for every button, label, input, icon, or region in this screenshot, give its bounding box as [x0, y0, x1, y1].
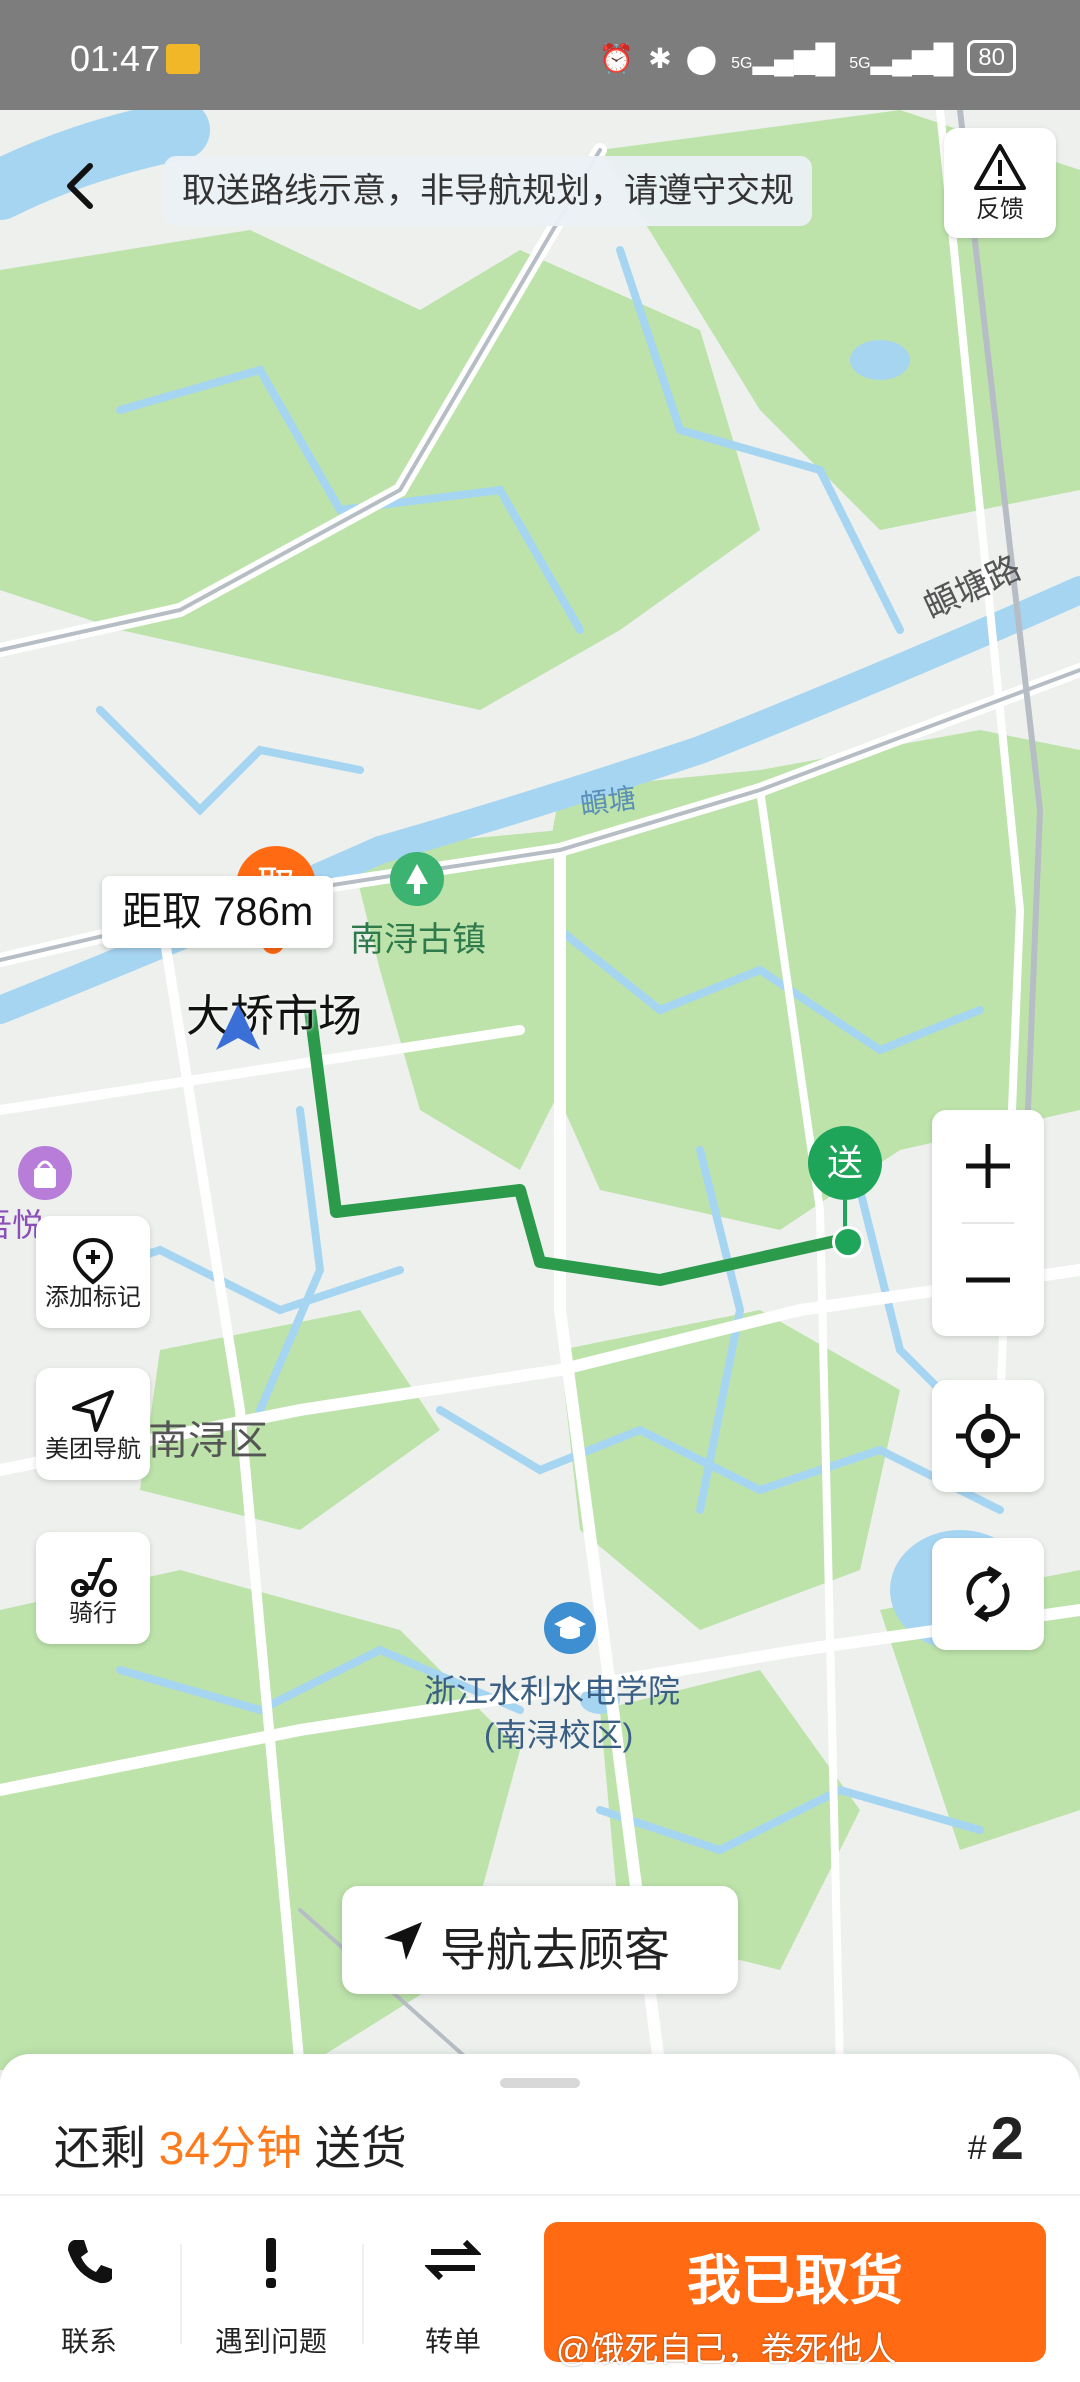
navigation-arrow-icon: [384, 1922, 422, 1960]
contact-label: 联系: [60, 2326, 117, 2357]
minus-icon: [966, 1277, 1010, 1283]
locate-me-button[interactable]: [932, 1380, 1044, 1492]
add-marker-label: 添加标记: [45, 1284, 141, 1311]
order-panel: 还剩 34分钟 送货 #2 联系 遇到问题 转单 我已取货: [0, 2054, 1080, 2382]
feedback-button[interactable]: 反馈: [944, 128, 1056, 238]
order-number: #2: [968, 2104, 1024, 2173]
navigation-arrow-icon: [72, 1390, 114, 1432]
back-arrow-icon: [67, 163, 93, 209]
battery-indicator: 80: [967, 40, 1016, 76]
panel-divider: [0, 2194, 1080, 2196]
notification-app-icon: [166, 44, 200, 74]
poi-tree-icon: [390, 852, 444, 906]
signal-icon-1: 5G▂▄▆█: [731, 42, 836, 74]
distance-label: 距取 786m: [102, 876, 334, 948]
remain-time: 34分钟: [158, 2122, 302, 2174]
riding-label: 骑行: [69, 1600, 117, 1627]
bluetooth-icon: ✱: [648, 42, 672, 74]
add-marker-button[interactable]: 添加标记: [36, 1216, 150, 1328]
riding-button[interactable]: 骑行: [36, 1532, 150, 1644]
status-bar: 01:47 ⏰ ✱ ⬤ 5G▂▄▆█ 5G▂▄▆█ 80: [0, 0, 1080, 110]
delivery-marker[interactable]: 送: [808, 1126, 882, 1200]
zoom-control: [932, 1110, 1044, 1336]
signal-icon-2: 5G▂▄▆█: [849, 42, 954, 74]
status-time: 01:47: [70, 38, 161, 79]
back-button[interactable]: [40, 140, 120, 230]
alarm-icon: ⏰: [599, 42, 635, 74]
map-canvas: [0, 110, 1080, 2070]
order-number-value: 2: [990, 2105, 1024, 2172]
district-label: 南浔区: [148, 1419, 268, 1463]
poi-town-label: 南浔古镇: [350, 921, 486, 959]
drag-handle[interactable]: [500, 2078, 580, 2088]
exclamation-icon: [266, 2238, 276, 2288]
warning-icon: [974, 144, 1026, 190]
college-label-line2: (南浔校区): [484, 1717, 634, 1753]
zoom-in-button[interactable]: [932, 1110, 1044, 1222]
crosshair-icon: [956, 1404, 1020, 1468]
transfer-label: 转单: [424, 2326, 481, 2357]
location-icon: ⬤: [685, 42, 718, 74]
transfer-arrows-icon: [425, 2239, 481, 2281]
status-icons: ⏰ ✱ ⬤ 5G▂▄▆█ 5G▂▄▆█ 80: [599, 40, 1016, 76]
scooter-icon: [71, 1558, 117, 1597]
refresh-icon: [966, 1565, 1010, 1623]
map-view[interactable]: 頔塘路 頔塘 取 大桥市场 南浔古镇 吾悦 南浔区 浙江水利水电学院 (南浔校区…: [0, 110, 1080, 2070]
shopping-poi-icon: [18, 1146, 72, 1200]
delivery-dot: [832, 1226, 864, 1258]
order-hash: #: [967, 2129, 987, 2167]
action-divider: [362, 2244, 364, 2344]
plus-icon: [966, 1144, 1010, 1188]
credit-overlay: @饿死自己，卷死他人: [556, 2331, 897, 2369]
meituan-nav-label: 美团导航: [45, 1436, 141, 1463]
problem-label: 遇到问题: [214, 2326, 327, 2357]
navigate-to-customer-label: 导航去顾客: [440, 1924, 670, 1976]
school-poi-icon: [544, 1602, 596, 1654]
remain-prefix: 还剩: [54, 2122, 146, 2174]
remaining-time-text: 还剩 34分钟 送货: [54, 2112, 407, 2178]
college-label-line1: 浙江水利水电学院: [424, 1673, 681, 1709]
transfer-button[interactable]: 转单: [378, 2224, 528, 2364]
navigate-to-customer-button[interactable]: 导航去顾客: [342, 1886, 738, 1994]
zoom-out-button[interactable]: [932, 1224, 1044, 1336]
remain-suffix: 送货: [314, 2122, 407, 2174]
current-location-icon: [210, 1000, 266, 1056]
water-label: 頔塘: [578, 782, 639, 821]
feedback-label: 反馈: [976, 196, 1024, 223]
refresh-route-button[interactable]: [932, 1538, 1044, 1650]
delivery-marker-text: 送: [826, 1142, 863, 1183]
phone-icon: [68, 2240, 112, 2284]
contact-button[interactable]: 联系: [14, 2224, 164, 2364]
action-divider: [180, 2244, 182, 2344]
meituan-nav-button[interactable]: 美团导航: [36, 1368, 150, 1480]
problem-button[interactable]: 遇到问题: [196, 2224, 346, 2364]
route-notice: 取送路线示意，非导航规划，请遵守交规: [164, 156, 812, 226]
